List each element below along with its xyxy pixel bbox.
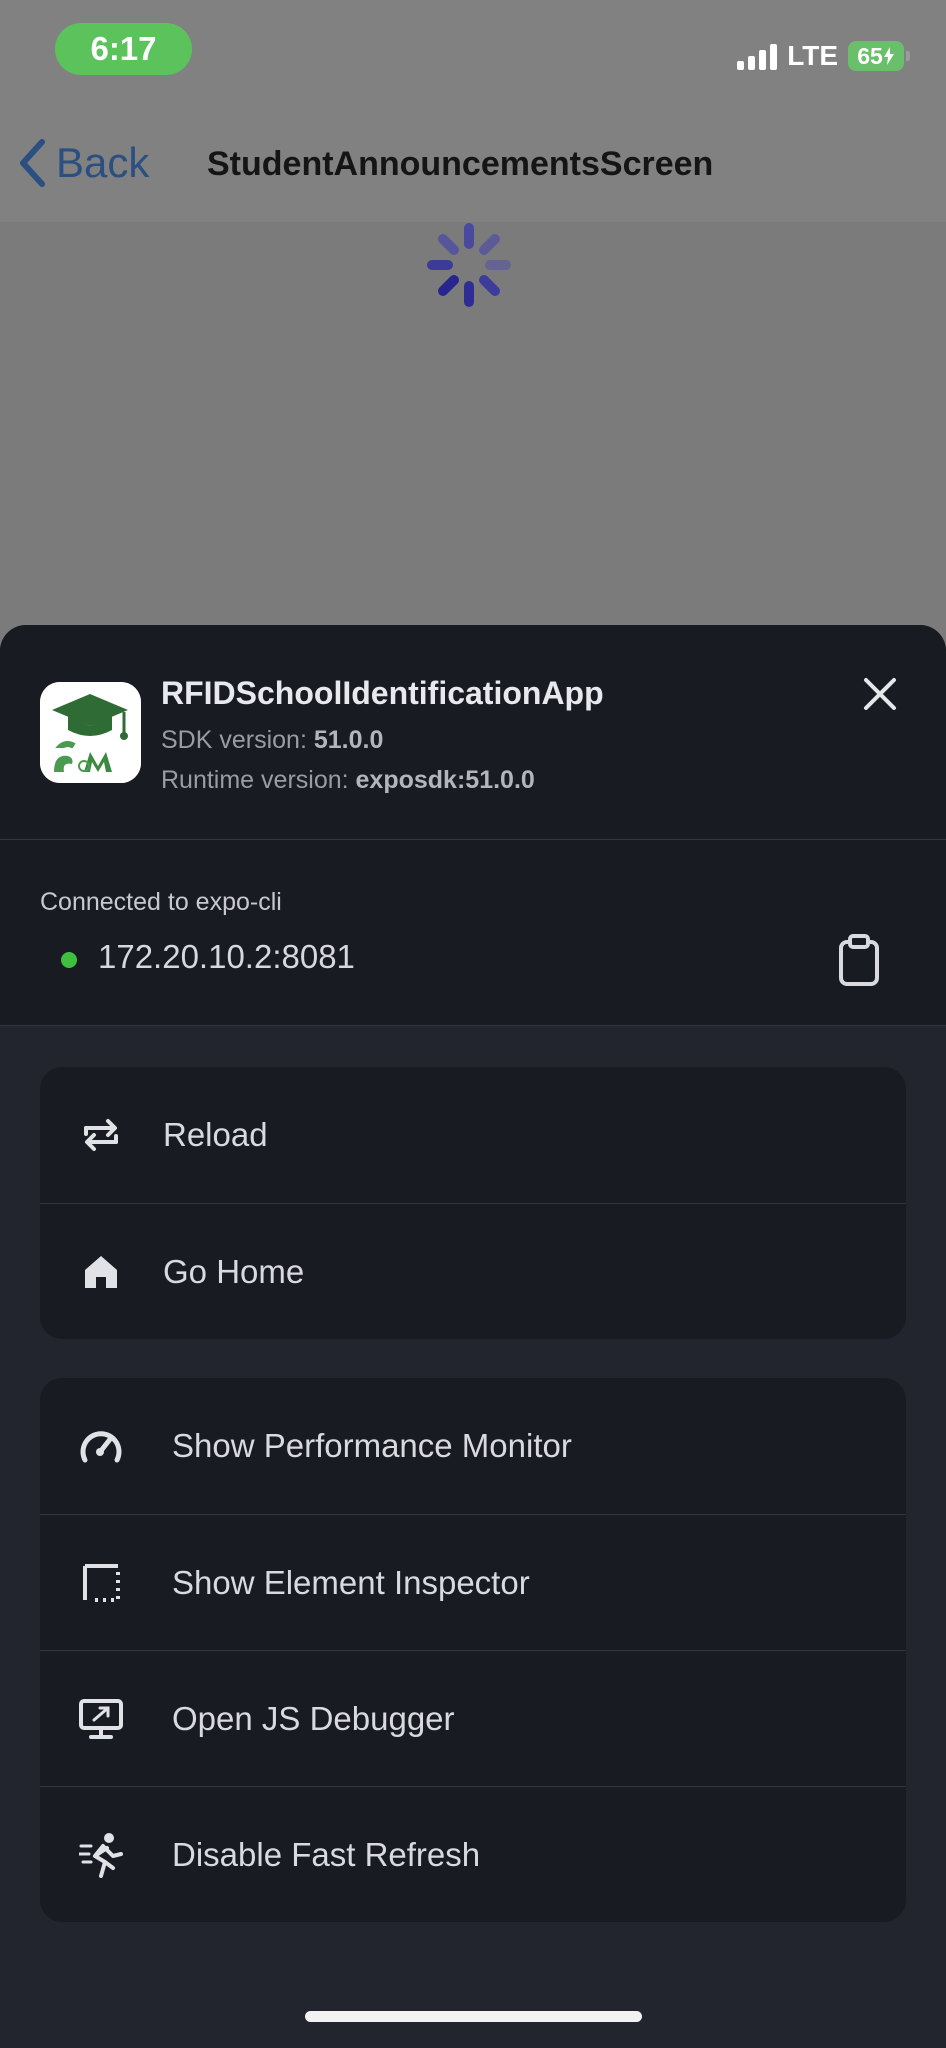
primary-actions-card: Reload Go Home — [40, 1067, 906, 1339]
section-divider — [0, 1025, 946, 1026]
dev-menu-sheet: RFIDSchoolIdentificationApp SDK version:… — [0, 625, 946, 2048]
connection-label: Connected to expo-cli — [40, 888, 282, 916]
sdk-version-label: SDK version: — [161, 726, 307, 754]
status-time: 6:17 — [90, 30, 157, 67]
chevron-left-icon — [20, 139, 45, 187]
home-icon — [76, 1247, 126, 1297]
reload-label: Reload — [163, 1116, 268, 1153]
clipboard-icon — [839, 934, 879, 986]
running-icon — [76, 1830, 126, 1880]
element-inspector-button[interactable]: Show Element Inspector — [40, 1514, 906, 1650]
reload-button[interactable]: Reload — [40, 1067, 906, 1203]
go-home-label: Go Home — [163, 1252, 305, 1290]
close-button[interactable] — [858, 672, 902, 716]
battery-level: 65 — [857, 42, 883, 69]
charging-bolt-icon — [883, 47, 894, 65]
app-name: RFIDSchoolIdentificationApp — [161, 675, 604, 711]
status-time-pill: 6:17 — [55, 23, 192, 75]
element-inspector-label: Show Element Inspector — [172, 1563, 530, 1601]
js-debugger-label: Open JS Debugger — [172, 1699, 455, 1737]
speedometer-icon — [76, 1421, 126, 1471]
runtime-version: Runtime version: exposdk:51.0.0 — [161, 766, 535, 795]
close-icon — [864, 678, 896, 710]
sdk-version-value: 51.0.0 — [313, 726, 384, 754]
dev-menu-header: RFIDSchoolIdentificationApp SDK version:… — [0, 625, 946, 839]
go-home-button[interactable]: Go Home — [40, 1203, 906, 1339]
copy-url-button[interactable] — [834, 933, 884, 987]
home-indicator[interactable] — [305, 2011, 642, 2022]
page-title: StudentAnnouncementsScreen — [207, 145, 714, 183]
runtime-version-label: Runtime version: — [161, 766, 349, 794]
debugger-icon — [76, 1694, 126, 1744]
signal-icon — [737, 43, 778, 70]
loading-spinner-icon — [427, 223, 511, 307]
fast-refresh-button[interactable]: Disable Fast Refresh — [40, 1786, 906, 1922]
js-debugger-button[interactable]: Open JS Debugger — [40, 1650, 906, 1786]
graduation-cap-logo-icon — [40, 682, 141, 783]
status-indicators: LTE 65 — [737, 40, 910, 72]
tools-card: Show Performance Monitor Show Element In… — [40, 1378, 906, 1922]
performance-monitor-button[interactable]: Show Performance Monitor — [40, 1378, 906, 1514]
inspect-icon — [76, 1558, 126, 1608]
fast-refresh-label: Disable Fast Refresh — [172, 1835, 481, 1873]
performance-monitor-label: Show Performance Monitor — [172, 1427, 572, 1464]
battery-icon: 65 — [848, 41, 910, 71]
app-icon — [40, 682, 141, 783]
back-button[interactable]: Back — [18, 138, 149, 188]
sdk-version: SDK version: 51.0.0 — [161, 726, 383, 755]
reload-icon — [76, 1110, 126, 1160]
network-type: LTE — [787, 40, 838, 71]
server-url: 172.20.10.2:8081 — [98, 938, 355, 975]
connection-section: Connected to expo-cli 172.20.10.2:8081 — [0, 839, 946, 1025]
connected-status-dot — [61, 952, 77, 968]
runtime-version-value: exposdk:51.0.0 — [355, 766, 535, 794]
back-label: Back — [56, 139, 150, 186]
navigation-bar: 6:17 LTE 65 Back StudentAnnouncementsScr… — [0, 0, 946, 222]
